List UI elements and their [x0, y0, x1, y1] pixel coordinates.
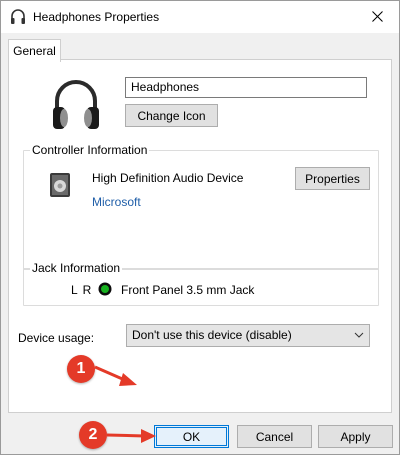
controller-properties-button[interactable]: Properties: [295, 167, 370, 190]
step-2-badge: 2: [79, 421, 107, 449]
step-2-arrow: [106, 429, 156, 443]
jack-information-group: Jack Information L R Front Panel 3.5 mm …: [23, 261, 379, 306]
properties-dialog: Headphones Properties General Headphones…: [0, 0, 400, 455]
apply-button[interactable]: Apply: [318, 425, 393, 448]
jack-color-indicator-icon: [98, 282, 112, 296]
device-usage-select[interactable]: Don't use this device (disable): [126, 324, 370, 347]
headphones-icon: [11, 9, 25, 24]
general-tab-panel: Headphones Change Icon Controller Inform…: [8, 59, 392, 413]
tab-strip: General: [1, 33, 399, 62]
speaker-device-icon: [50, 173, 70, 197]
change-icon-button[interactable]: Change Icon: [125, 104, 218, 127]
chevron-down-icon: [354, 332, 364, 338]
device-usage-label: Device usage:: [18, 331, 95, 345]
jack-channels-label: L R: [71, 283, 93, 297]
jack-description: Front Panel 3.5 mm Jack: [121, 283, 255, 297]
controller-device-name: High Definition Audio Device: [92, 171, 244, 185]
device-usage-selected: Don't use this device (disable): [132, 328, 292, 342]
step-1-badge: 1: [67, 355, 95, 383]
title-bar: Headphones Properties: [1, 1, 399, 33]
cancel-button[interactable]: Cancel: [237, 425, 312, 448]
ok-button[interactable]: OK: [154, 425, 229, 448]
tab-general-label: General: [13, 44, 56, 58]
controller-group-label: Controller Information: [30, 143, 150, 157]
controller-manufacturer: Microsoft: [92, 195, 141, 209]
controller-information-group: Controller Information High Definition A…: [23, 143, 379, 270]
window-title: Headphones Properties: [33, 10, 160, 24]
device-name-input[interactable]: Headphones: [125, 77, 367, 98]
close-button[interactable]: [355, 1, 399, 31]
jack-group-label: Jack Information: [30, 261, 123, 275]
tab-general[interactable]: General: [8, 39, 61, 62]
step-1-arrow: [94, 365, 137, 386]
headphones-device-icon: [53, 80, 99, 129]
close-icon: [371, 10, 383, 22]
